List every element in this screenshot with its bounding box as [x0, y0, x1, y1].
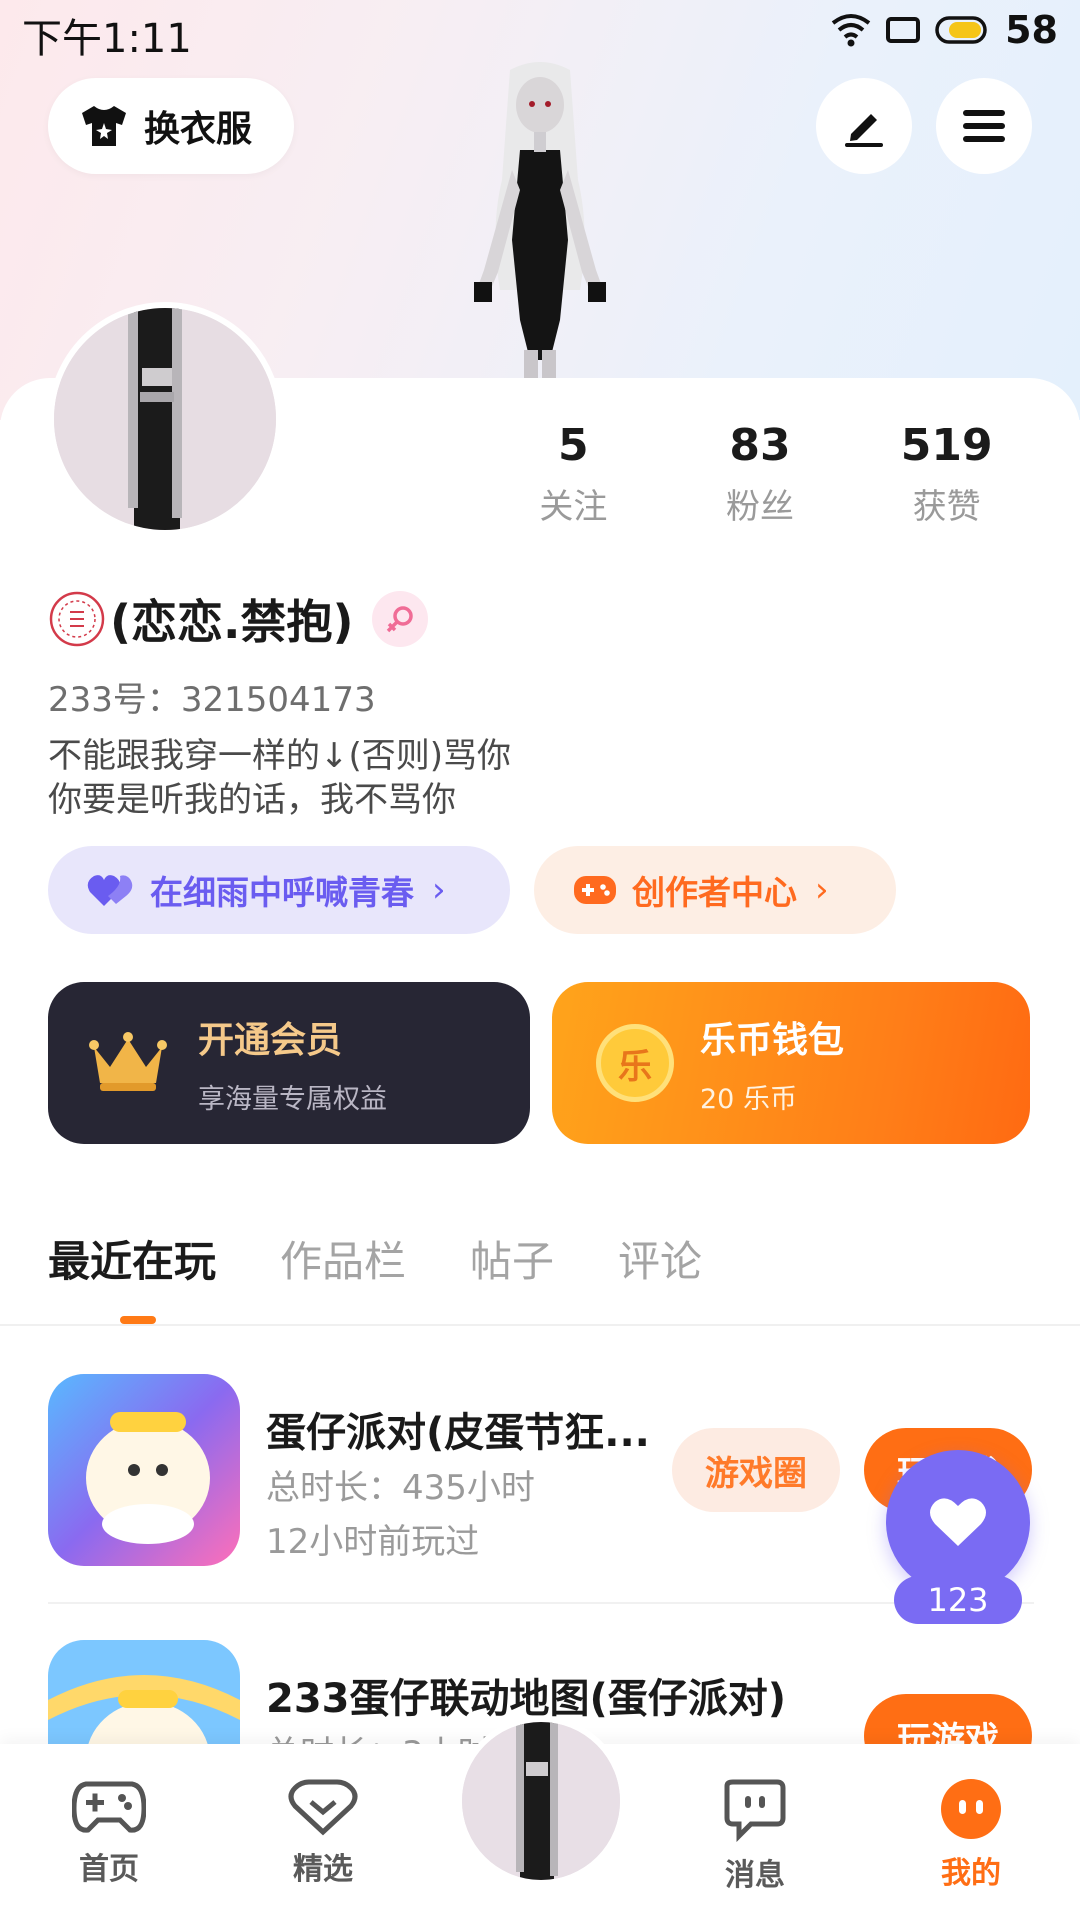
- music-pill-button[interactable]: 在细雨中呼喊青春 ›: [48, 846, 510, 934]
- coin-icon: 乐: [596, 1024, 674, 1102]
- message-bubble-icon: [724, 1779, 786, 1843]
- edit-button[interactable]: [816, 78, 912, 174]
- game-total-duration: 总时长：435小时: [266, 1468, 535, 1508]
- gamepad-icon: [574, 876, 616, 904]
- nav-center-avatar[interactable]: [456, 1716, 626, 1886]
- stat-fans-value: 83: [729, 420, 791, 471]
- stat-fans[interactable]: 83 粉丝: [667, 420, 854, 528]
- game-icon-image: [48, 1374, 240, 1566]
- heart-pair-icon: [87, 875, 133, 906]
- tabs-divider: [0, 1324, 1080, 1326]
- screen-icon: [886, 17, 921, 43]
- stat-following-value: 5: [558, 420, 589, 471]
- change-outfit-label: 换衣服: [144, 109, 253, 150]
- active-tab-indicator: [120, 1316, 156, 1324]
- creator-center-button[interactable]: 创作者中心 ›: [534, 846, 896, 934]
- user-id[interactable]: 233号：321504173: [48, 672, 376, 721]
- vip-subtitle: 享海量专属权益: [198, 1083, 387, 1115]
- change-outfit-button[interactable]: 换衣服: [48, 78, 294, 174]
- chevron-right-icon: ›: [432, 870, 446, 910]
- tab-works[interactable]: 作品栏: [280, 1228, 406, 1289]
- menu-button[interactable]: [936, 78, 1032, 174]
- user-nickname: (恋恋.禁抱): [110, 595, 354, 649]
- nav-mine-label: 我的: [941, 1856, 1001, 1891]
- profile-stats: 5 关注 83 粉丝 519 获赞: [480, 420, 1040, 528]
- nav-messages-label: 消息: [725, 1858, 785, 1893]
- bio-line-2: 你要是听我的话，我不骂你: [48, 780, 456, 820]
- content-tabs: 最近在玩 作品栏 帖子 评论: [48, 1228, 766, 1289]
- stat-following-label: 关注: [539, 487, 608, 527]
- female-gender-icon: [386, 606, 413, 633]
- heart-icon: [930, 1498, 986, 1546]
- stat-likes-value: 519: [900, 420, 993, 471]
- avatar-image: [462, 1722, 620, 1880]
- nav-featured[interactable]: 精选: [248, 1778, 398, 1888]
- gamepad-icon: [71, 1781, 147, 1833]
- tab-recently-played[interactable]: 最近在玩: [48, 1228, 216, 1289]
- creator-center-label: 创作者中心: [632, 873, 797, 912]
- gender-badge: [371, 591, 428, 647]
- nav-mine[interactable]: 我的: [896, 1778, 1046, 1892]
- vip-membership-card[interactable]: 开通会员 享海量专属权益: [48, 982, 530, 1144]
- battery-icon: [935, 16, 987, 44]
- vip-title: 开通会员: [198, 1019, 343, 1061]
- floating-like-button[interactable]: [886, 1450, 1030, 1594]
- profile-avatar[interactable]: [48, 302, 282, 536]
- coin-wallet-title: 乐币钱包: [700, 1019, 845, 1061]
- tab-comments[interactable]: 评论: [618, 1228, 702, 1289]
- stat-likes[interactable]: 519 获赞: [853, 420, 1040, 528]
- nav-messages[interactable]: 消息: [680, 1778, 830, 1894]
- battery-level: 58: [1005, 8, 1058, 52]
- mine-face-icon: [941, 1779, 1001, 1839]
- stat-fans-label: 粉丝: [726, 487, 794, 527]
- status-bar: 下午1:11 58: [0, 0, 1080, 64]
- avatar-image: [54, 308, 276, 530]
- game-icon[interactable]: [48, 1374, 240, 1566]
- heart-chat-icon: [288, 1779, 358, 1836]
- wifi-icon: [831, 14, 871, 47]
- music-pill-label: 在细雨中呼喊青春: [150, 873, 414, 912]
- user-bio: 不能跟我穿一样的↓(否则)骂你 你要是听我的话，我不骂你: [48, 734, 511, 822]
- nav-home[interactable]: 首页: [34, 1778, 184, 1888]
- game-title: 蛋仔派对(皮蛋节狂...: [266, 1410, 650, 1456]
- status-icons: 58: [831, 8, 1058, 52]
- game-circle-button[interactable]: 游戏圈: [672, 1428, 840, 1512]
- status-time: 下午1:11: [22, 16, 192, 62]
- game-last-played: 12小时前玩过: [266, 1522, 480, 1562]
- stat-following[interactable]: 5 关注: [480, 420, 667, 528]
- nav-featured-label: 精选: [293, 1852, 353, 1887]
- nav-home-label: 首页: [79, 1852, 139, 1887]
- seal-badge-icon: [49, 591, 105, 647]
- bio-line-1: 不能跟我穿一样的↓(否则)骂你: [48, 736, 512, 776]
- chevron-right-icon: ›: [815, 870, 829, 910]
- row-divider: [48, 1602, 1034, 1604]
- stat-likes-label: 获赞: [912, 487, 981, 527]
- tshirt-icon: [82, 106, 126, 146]
- pen-icon: [845, 114, 883, 147]
- tab-posts[interactable]: 帖子: [470, 1228, 554, 1289]
- coin-glyph: 乐: [618, 1046, 652, 1087]
- avatar-character-figure[interactable]: [440, 60, 640, 380]
- like-count: 123: [894, 1576, 1022, 1624]
- game-title: 233蛋仔联动地图(蛋仔派对): [266, 1676, 787, 1722]
- hamburger-menu-icon: [963, 110, 1005, 142]
- crown-icon: [89, 1032, 167, 1091]
- name-row: (恋恋.禁抱): [48, 586, 428, 652]
- coin-wallet-card[interactable]: 乐 乐币钱包 20 乐币: [552, 982, 1030, 1144]
- coin-wallet-balance: 20 乐币: [700, 1083, 797, 1115]
